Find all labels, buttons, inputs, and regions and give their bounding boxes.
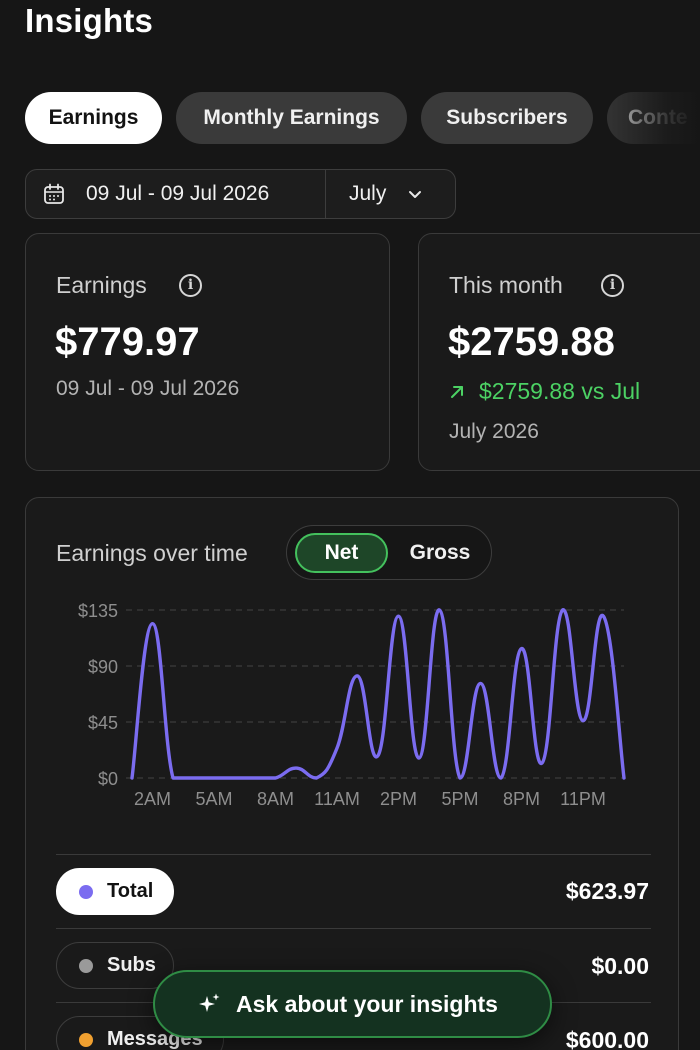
page-title: Insights <box>25 2 154 39</box>
info-icon[interactable]: i <box>179 274 202 297</box>
earnings-card-value: $779.97 <box>55 320 200 364</box>
this-month-delta: $2759.88 vs Jul <box>449 378 640 405</box>
legend-dot-messages <box>79 1032 93 1047</box>
y-tick-label: $135 <box>78 601 118 621</box>
earnings-card-label: Earnings <box>56 272 147 298</box>
info-icon[interactable]: i <box>601 274 624 297</box>
x-tick-label: 5PM <box>441 789 478 809</box>
date-range-label: 09 Jul - 09 Jul 2026 <box>86 182 270 205</box>
legend-subs[interactable]: Subs <box>56 942 174 989</box>
this-month-period: July 2026 <box>449 420 539 443</box>
legend-total-value: $623.97 <box>565 878 649 904</box>
tab-monthly-earnings[interactable]: Monthly Earnings <box>176 92 407 144</box>
sparkle-icon <box>199 993 220 1012</box>
tab-subscribers[interactable]: Subscribers <box>421 92 593 144</box>
this-month-delta-text: $2759.88 vs Jul <box>479 378 641 404</box>
month-select[interactable]: July <box>326 170 456 218</box>
y-tick-label: $90 <box>88 657 118 677</box>
arrow-up-right-icon <box>451 385 463 398</box>
date-range-button[interactable]: 09 Jul - 09 Jul 2026 <box>26 170 325 218</box>
month-select-label: July <box>349 182 387 205</box>
x-tick-label: 2AM <box>134 789 171 809</box>
date-filter: 09 Jul - 09 Jul 2026 July <box>25 169 456 219</box>
legend-total[interactable]: Total <box>56 868 174 915</box>
x-tick-label: 5AM <box>195 789 232 809</box>
divider <box>56 854 651 855</box>
legend-messages-value: $600.00 <box>565 1027 649 1050</box>
earnings-series-line <box>130 608 626 780</box>
earnings-card: Earnings i $779.97 09 Jul - 09 Jul 2026 <box>25 233 390 471</box>
chevron-down-icon <box>409 191 422 198</box>
x-tick-label: 2PM <box>380 789 417 809</box>
x-tick-label: 8AM <box>257 789 294 809</box>
y-tick-label: $45 <box>88 713 118 733</box>
card-fade <box>647 234 700 470</box>
x-tick-label: 8PM <box>503 789 540 809</box>
x-tick-label: 11AM <box>314 789 360 809</box>
ask-insights-button[interactable]: Ask about your insights <box>153 970 552 1038</box>
legend-total-label: Total <box>107 880 154 902</box>
y-tick-label: $0 <box>98 769 118 789</box>
tab-bar: Earnings Monthly Earnings Subscribers Co… <box>25 92 700 144</box>
legend-dot-total <box>79 884 93 899</box>
this-month-card: This month i $2759.88 $2759.88 vs Jul Ju… <box>418 233 700 471</box>
legend-dot-subs <box>79 958 93 973</box>
this-month-value: $2759.88 <box>448 320 615 364</box>
earnings-card-range: 09 Jul - 09 Jul 2026 <box>56 377 240 400</box>
calendar-icon <box>44 183 64 204</box>
legend-subs-value: $0.00 <box>591 953 649 979</box>
this-month-label: This month <box>449 272 563 298</box>
tab-content[interactable]: Conte <box>607 92 700 144</box>
legend-subs-label: Subs <box>107 954 156 976</box>
earnings-line-chart: $0 $45 $90 $135 2AM 5AM 8AM 11AM 2PM 5PM 8PM 11PM <box>78 601 626 809</box>
earnings-chart-card: Earnings over time Net Gross $0 $45 $90 $13… <box>25 497 679 1050</box>
tab-earnings[interactable]: Earnings <box>25 92 162 144</box>
divider <box>56 928 651 929</box>
ask-insights-label: Ask about your insights <box>236 990 498 1017</box>
x-tick-label: 11PM <box>560 789 606 809</box>
